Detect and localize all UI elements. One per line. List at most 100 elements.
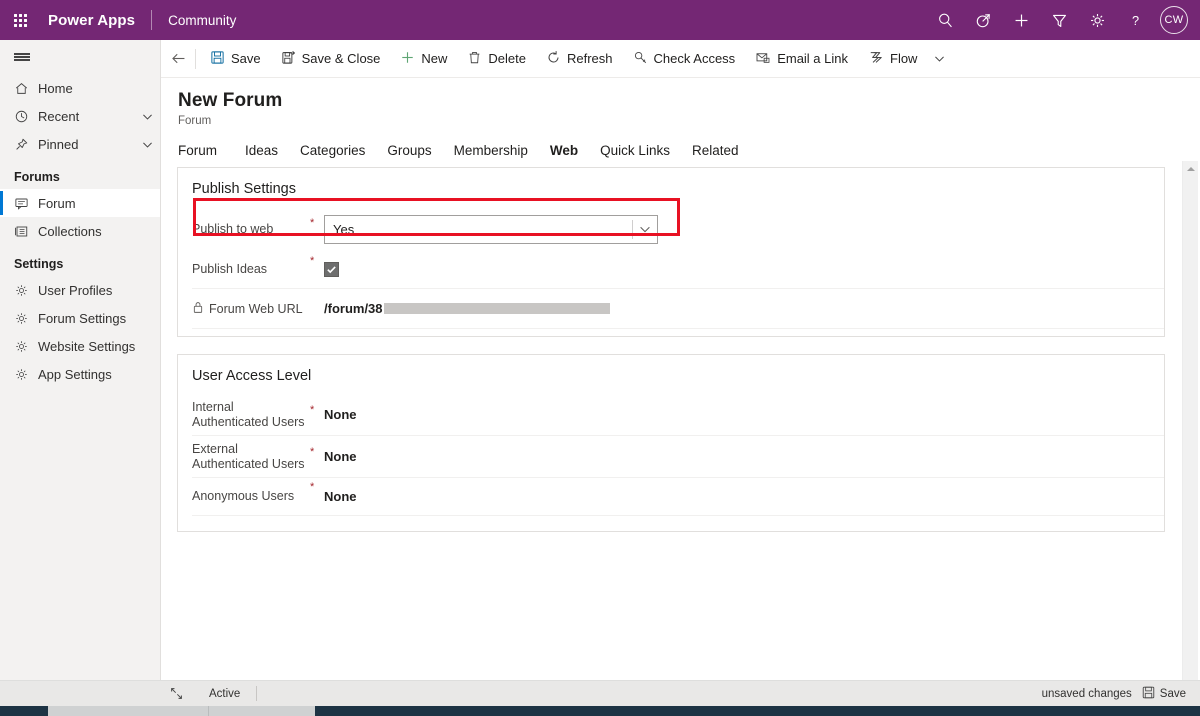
hscroll-thumb-right[interactable] (315, 706, 1200, 716)
anonymous-users-row: Anonymous Users * None (192, 478, 1164, 516)
collections-icon (14, 224, 38, 239)
chevron-down-icon[interactable] (134, 138, 160, 151)
hamburger-icon[interactable] (0, 40, 160, 74)
required-marker: * (310, 481, 315, 493)
sidebar-item-label: User Profiles (38, 282, 113, 298)
status-save-label: Save (1159, 687, 1186, 700)
sidebar-item-label: Pinned (38, 136, 79, 152)
forum-web-url-label: Forum Web URL (209, 301, 303, 316)
page-title: New Forum (178, 90, 283, 111)
key-icon (633, 50, 648, 68)
status-bar-left: Active (161, 686, 258, 701)
sidebar-item-collections[interactable]: Collections (0, 217, 160, 245)
external-auth-users-value-wrap[interactable]: None (324, 449, 1150, 464)
entity-name: Forum (178, 115, 212, 127)
publish-to-web-label: Publish to web (192, 221, 274, 236)
content-vertical-scrollbar[interactable] (1182, 161, 1198, 690)
command-overflow-chevron-down-icon[interactable] (927, 40, 952, 78)
diagnostics-icon[interactable] (964, 0, 1002, 40)
scroll-up-arrow-icon[interactable] (1183, 161, 1199, 177)
dropdown-divider (632, 219, 633, 239)
sidebar-group-forums: Forums (14, 170, 60, 184)
sidebar-group-settings: Settings (14, 257, 64, 271)
status-bar-divider (256, 686, 258, 701)
topbar-actions: ? CW (926, 0, 1200, 40)
chevron-down-icon[interactable] (638, 216, 652, 243)
sidebar-item-label: Website Settings (38, 338, 136, 354)
gear-icon (14, 339, 38, 354)
plus-icon[interactable] (1002, 0, 1040, 40)
required-marker: * (310, 255, 315, 267)
hscroll-thumb-left[interactable] (0, 706, 48, 716)
sidebar-item-label: App Settings (38, 366, 112, 382)
forum-web-url-row: Forum Web URL /forum/38 (192, 289, 1164, 329)
window-horizontal-scrollbar[interactable] (0, 706, 1200, 716)
sidebar-item-website-settings[interactable]: Website Settings (0, 332, 160, 360)
redacted-url-block (383, 303, 610, 314)
command-bar-divider (195, 48, 196, 69)
sidebar-item-home[interactable]: Home (0, 74, 160, 102)
filter-icon[interactable] (1040, 0, 1078, 40)
sidebar-item-recent[interactable]: Recent (0, 102, 160, 130)
sidebar: Home Recent Pinned Forums Forum Collecti… (0, 40, 161, 690)
forum-web-url-text: /forum/38 (324, 301, 610, 316)
user-access-level-title: User Access Level (192, 368, 312, 384)
command-bar: Save Save & Close New Delete Refresh Che… (161, 40, 1200, 78)
external-auth-users-value: None (324, 449, 357, 464)
sidebar-item-user-profiles[interactable]: User Profiles (0, 276, 160, 304)
avatar[interactable]: CW (1160, 6, 1188, 34)
refresh-button-label: Refresh (567, 51, 613, 66)
sidebar-item-label: Collections (38, 223, 102, 239)
plus-icon (400, 50, 415, 68)
refresh-icon (546, 50, 561, 68)
flow-button[interactable]: Flow (858, 40, 927, 78)
email-icon (755, 50, 771, 68)
sidebar-item-pinned[interactable]: Pinned (0, 130, 160, 158)
chevron-down-icon[interactable] (134, 110, 160, 123)
status-bar: Active unsaved changes Save (0, 680, 1200, 706)
unsaved-changes-text: unsaved changes (1041, 687, 1132, 700)
expand-icon[interactable] (161, 687, 191, 700)
new-button[interactable]: New (390, 40, 457, 78)
email-a-link-button[interactable]: Email a Link (745, 40, 858, 78)
publish-ideas-row: Publish Ideas * (192, 251, 1164, 289)
save-button[interactable]: Save (200, 40, 271, 78)
back-arrow-icon[interactable] (161, 40, 195, 78)
check-access-button[interactable]: Check Access (623, 40, 746, 78)
status-save-button[interactable]: Save (1142, 686, 1186, 702)
save-and-close-button[interactable]: Save & Close (271, 40, 391, 78)
internal-auth-users-value-wrap[interactable]: None (324, 407, 1150, 422)
top-app-bar: Power Apps Community ? CW (0, 0, 1200, 40)
anonymous-users-value-wrap[interactable]: None (324, 489, 1150, 504)
sidebar-item-app-settings[interactable]: App Settings (0, 360, 160, 388)
external-auth-users-row: External Authenticated Users * None (192, 436, 1164, 478)
publish-to-web-dropdown[interactable]: Yes (324, 214, 658, 244)
sidebar-item-label: Recent (38, 108, 80, 124)
publish-to-web-value: Yes (324, 214, 1150, 244)
delete-button[interactable]: Delete (457, 40, 536, 78)
publish-ideas-checkbox[interactable] (324, 262, 339, 277)
save-icon (1142, 686, 1155, 702)
check-access-label: Check Access (653, 51, 736, 66)
publish-settings-title: Publish Settings (192, 181, 296, 197)
sidebar-item-label: Forum (38, 195, 76, 211)
anonymous-users-value: None (324, 489, 357, 504)
form-content: Publish Settings Publish to web * Yes Pu… (161, 160, 1181, 690)
forum-web-url-prefix: /forum/38 (324, 301, 383, 316)
waffle-menu-icon[interactable] (0, 0, 40, 40)
search-icon[interactable] (926, 0, 964, 40)
save-button-label: Save (231, 51, 261, 66)
gear-icon[interactable] (1078, 0, 1116, 40)
publish-to-web-selected-value: Yes (333, 221, 355, 237)
publish-ideas-label: Publish Ideas (192, 262, 268, 276)
delete-button-label: Delete (488, 51, 526, 66)
forum-icon (14, 196, 38, 211)
refresh-button[interactable]: Refresh (536, 40, 623, 78)
forum-web-url-label-wrap: Forum Web URL (192, 301, 310, 317)
flow-icon (868, 50, 884, 68)
sidebar-item-forum-settings[interactable]: Forum Settings (0, 304, 160, 332)
record-state: Active (209, 687, 241, 700)
sidebar-item-forum[interactable]: Forum (0, 189, 160, 217)
help-icon[interactable]: ? (1116, 0, 1154, 40)
required-marker: * (310, 446, 315, 458)
